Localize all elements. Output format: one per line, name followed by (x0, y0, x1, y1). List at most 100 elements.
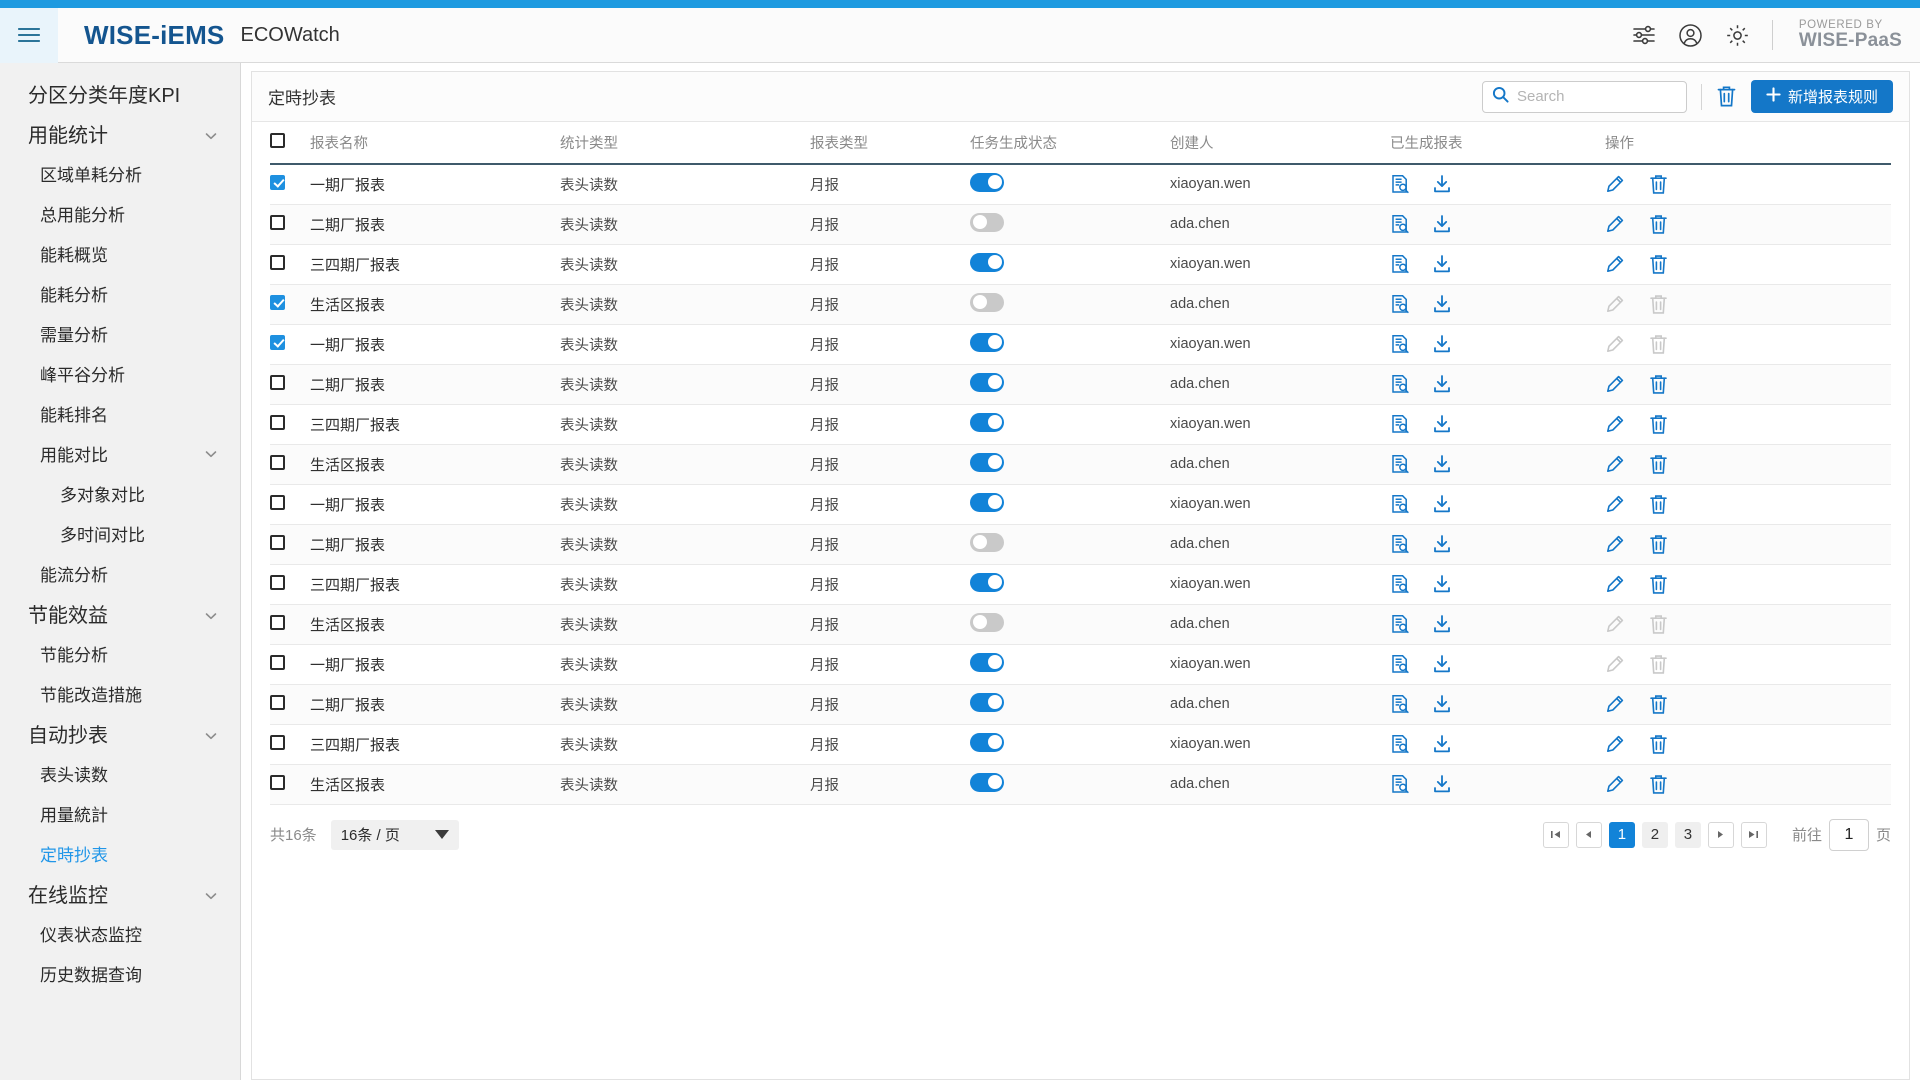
hamburger-icon[interactable] (0, 7, 58, 63)
sidebar-item-3[interactable]: 总用能分析 (0, 193, 240, 233)
search-box[interactable] (1481, 80, 1716, 113)
download-icon[interactable] (1432, 174, 1452, 194)
pencil-icon[interactable] (1605, 174, 1625, 194)
sidebar-item-7[interactable]: 峰平谷分析 (0, 353, 240, 393)
bulk-delete-button[interactable] (1716, 85, 1737, 108)
report-search-icon[interactable] (1390, 614, 1410, 634)
sidebar-item-10[interactable]: 多对象对比 (0, 473, 240, 513)
download-icon[interactable] (1432, 694, 1452, 714)
report-search-icon[interactable] (1390, 414, 1410, 434)
task-status-toggle[interactable] (970, 172, 1004, 192)
trash-icon[interactable] (1649, 414, 1668, 435)
pencil-icon[interactable] (1605, 774, 1625, 794)
row-checkbox[interactable] (270, 174, 285, 190)
report-search-icon[interactable] (1390, 694, 1410, 714)
sidebar-item-12[interactable]: 能流分析 (0, 553, 240, 593)
add-report-rule-button[interactable]: 新增报表规则 (1750, 80, 1893, 113)
row-checkbox[interactable] (270, 774, 285, 790)
next-page-button[interactable] (1707, 821, 1734, 848)
row-checkbox[interactable] (270, 494, 285, 510)
sidebar-item-17[interactable]: 表头读数 (0, 753, 240, 793)
download-icon[interactable] (1432, 614, 1452, 634)
row-checkbox[interactable] (270, 334, 285, 350)
sidebar-item-15[interactable]: 节能改造措施 (0, 673, 240, 713)
task-status-toggle[interactable] (970, 612, 1004, 632)
row-checkbox[interactable] (270, 294, 285, 310)
row-checkbox[interactable] (270, 414, 285, 430)
report-search-icon[interactable] (1390, 534, 1410, 554)
sliders-icon[interactable] (1632, 24, 1656, 46)
prev-page-button[interactable] (1575, 821, 1602, 848)
sidebar-item-11[interactable]: 多时间对比 (0, 513, 240, 553)
pencil-icon[interactable] (1605, 414, 1625, 434)
download-icon[interactable] (1432, 214, 1452, 234)
row-checkbox[interactable] (270, 574, 285, 590)
task-status-toggle[interactable] (970, 292, 1004, 312)
trash-icon[interactable] (1649, 694, 1668, 715)
user-account-icon[interactable] (1678, 23, 1703, 48)
download-icon[interactable] (1432, 374, 1452, 394)
page-button-2[interactable]: 2 (1641, 821, 1668, 848)
pencil-icon[interactable] (1605, 494, 1625, 514)
task-status-toggle[interactable] (970, 492, 1004, 512)
first-page-button[interactable] (1542, 821, 1569, 848)
trash-icon[interactable] (1649, 734, 1668, 755)
task-status-toggle[interactable] (970, 212, 1004, 232)
download-icon[interactable] (1432, 334, 1452, 354)
sidebar-item-4[interactable]: 能耗概览 (0, 233, 240, 273)
trash-icon[interactable] (1649, 214, 1668, 235)
pencil-icon[interactable] (1605, 214, 1625, 234)
report-search-icon[interactable] (1390, 374, 1410, 394)
sidebar-item-8[interactable]: 能耗排名 (0, 393, 240, 433)
sidebar-item-18[interactable]: 用量統計 (0, 793, 240, 833)
sidebar-item-14[interactable]: 节能分析 (0, 633, 240, 673)
task-status-toggle[interactable] (970, 772, 1004, 792)
row-checkbox[interactable] (270, 654, 285, 670)
task-status-toggle[interactable] (970, 412, 1004, 432)
trash-icon[interactable] (1649, 254, 1668, 275)
download-icon[interactable] (1432, 774, 1452, 794)
task-status-toggle[interactable] (970, 332, 1004, 352)
task-status-toggle[interactable] (970, 372, 1004, 392)
report-search-icon[interactable] (1390, 494, 1410, 514)
row-checkbox[interactable] (270, 734, 285, 750)
task-status-toggle[interactable] (970, 532, 1004, 552)
task-status-toggle[interactable] (970, 692, 1004, 712)
sidebar-item-1[interactable]: 用能统计 (0, 113, 240, 153)
trash-icon[interactable] (1649, 574, 1668, 595)
pencil-icon[interactable] (1605, 454, 1625, 474)
pencil-icon[interactable] (1605, 574, 1625, 594)
trash-icon[interactable] (1649, 454, 1668, 475)
last-page-button[interactable] (1740, 821, 1767, 848)
trash-icon[interactable] (1649, 534, 1668, 555)
task-status-toggle[interactable] (970, 732, 1004, 752)
report-search-icon[interactable] (1390, 734, 1410, 754)
sidebar-item-5[interactable]: 能耗分析 (0, 273, 240, 313)
row-checkbox[interactable] (270, 534, 285, 550)
report-search-icon[interactable] (1390, 254, 1410, 274)
sidebar-item-22[interactable]: 历史数据查询 (0, 953, 240, 993)
trash-icon[interactable] (1649, 374, 1668, 395)
row-checkbox[interactable] (270, 694, 285, 710)
download-icon[interactable] (1432, 454, 1452, 474)
task-status-toggle[interactable] (970, 452, 1004, 472)
trash-icon[interactable] (1649, 494, 1668, 515)
pencil-icon[interactable] (1605, 254, 1625, 274)
sidebar-item-6[interactable]: 需量分析 (0, 313, 240, 353)
trash-icon[interactable] (1649, 174, 1668, 195)
pencil-icon[interactable] (1605, 374, 1625, 394)
download-icon[interactable] (1432, 654, 1452, 674)
sidebar-item-16[interactable]: 自动抄表 (0, 713, 240, 753)
report-search-icon[interactable] (1390, 334, 1410, 354)
download-icon[interactable] (1432, 414, 1452, 434)
report-search-icon[interactable] (1390, 454, 1410, 474)
sidebar-item-0[interactable]: 分区分类年度KPI (0, 73, 240, 113)
gear-icon[interactable] (1725, 23, 1750, 48)
page-button-1[interactable]: 1 (1608, 821, 1635, 848)
sidebar-item-2[interactable]: 区域单耗分析 (0, 153, 240, 193)
page-size-select[interactable]: 16条 / 页 (330, 819, 459, 850)
pencil-icon[interactable] (1605, 694, 1625, 714)
search-input[interactable] (1516, 88, 1716, 105)
row-checkbox[interactable] (270, 374, 285, 390)
row-checkbox[interactable] (270, 614, 285, 630)
